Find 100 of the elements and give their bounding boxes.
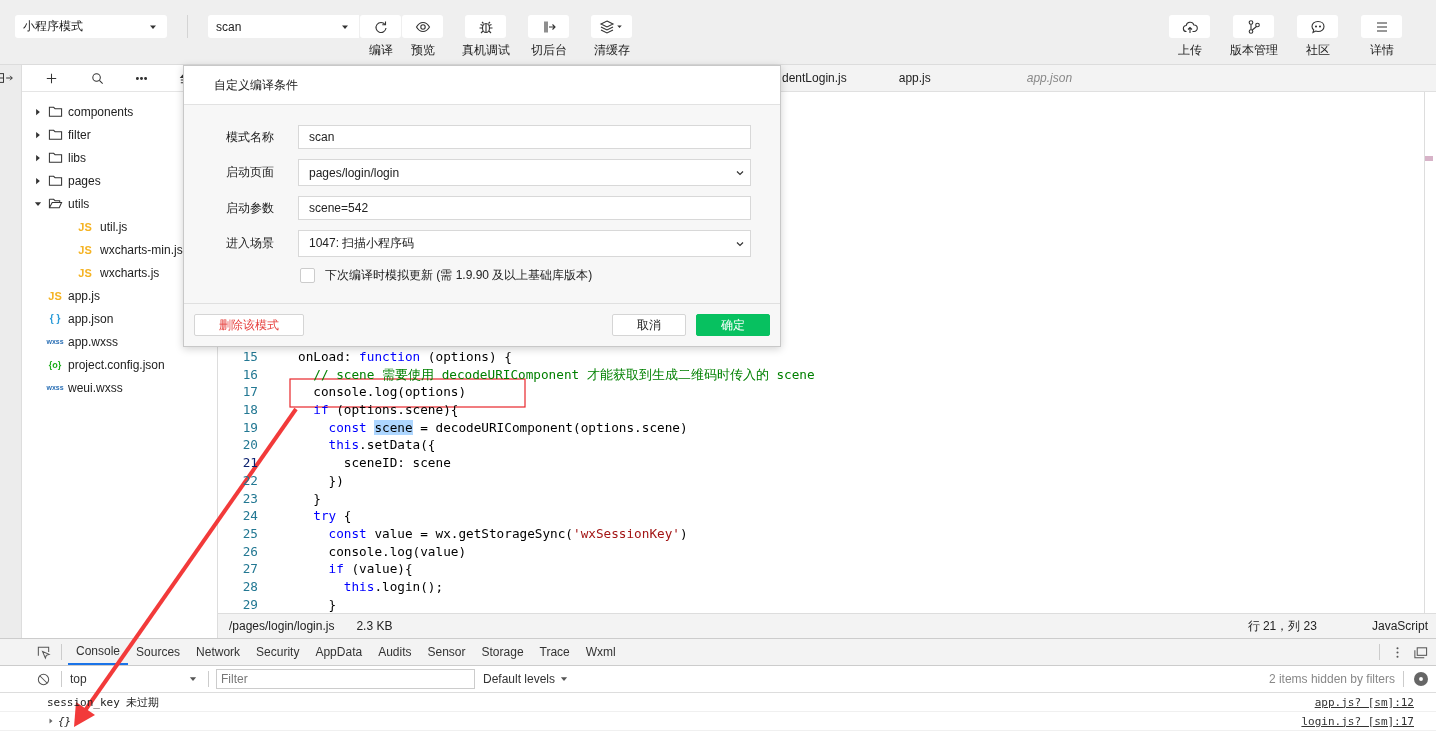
toolbar-button[interactable] bbox=[591, 15, 632, 38]
folder-icon bbox=[48, 104, 63, 119]
devtools-tab[interactable]: Trace bbox=[531, 639, 578, 665]
toolbar-label: 详情 bbox=[1369, 42, 1394, 59]
layers-icon bbox=[599, 18, 615, 35]
code-line: console.log(value) bbox=[327, 542, 467, 561]
code-line: }) bbox=[327, 471, 344, 490]
select-field[interactable]: 1047: 扫描小程序码 bbox=[298, 230, 751, 257]
line-number: 26 bbox=[241, 542, 258, 561]
devtools-tab[interactable]: Audits bbox=[370, 639, 420, 665]
devtools-tab[interactable]: Sources bbox=[128, 639, 189, 665]
levels-dropdown[interactable]: Default levels bbox=[483, 672, 570, 686]
context-select[interactable]: top bbox=[68, 672, 202, 686]
inspect-icon bbox=[36, 644, 51, 660]
file-tree-item[interactable]: utils bbox=[22, 192, 217, 215]
file-path: /pages/login/login.js bbox=[229, 619, 335, 634]
toolbar-label: 社区 bbox=[1305, 42, 1330, 59]
chat-bubble-icon bbox=[1309, 18, 1326, 35]
toolbar-label: 编译 bbox=[368, 42, 393, 59]
field-label: 进入场景 bbox=[226, 235, 275, 252]
dialog-button[interactable]: 删除该模式 bbox=[194, 314, 304, 336]
toolbar-button[interactable] bbox=[1297, 15, 1338, 38]
file-type-icon: JS bbox=[75, 266, 95, 279]
line-number: 20 bbox=[241, 436, 258, 455]
file-type-icon: JS bbox=[75, 243, 95, 256]
code-line: sceneID: scene bbox=[342, 454, 451, 472]
toolbar-label: 真机调试 bbox=[461, 42, 510, 59]
compile-select[interactable]: scan bbox=[208, 15, 359, 38]
code-line: try { bbox=[312, 507, 352, 525]
file-tree-item[interactable]: filter bbox=[22, 123, 217, 146]
file-tree-item[interactable]: pages bbox=[22, 169, 217, 192]
code-line: console.log(options) bbox=[312, 383, 467, 402]
toolbar-label: 上传 bbox=[1177, 42, 1202, 59]
toolbar-button[interactable] bbox=[1169, 15, 1210, 38]
mode-select[interactable]: 小程序模式 bbox=[15, 15, 167, 38]
code-line: if (value){ bbox=[327, 560, 413, 578]
line-number: 23 bbox=[241, 489, 258, 508]
toolbar-label: 清缓存 bbox=[593, 42, 630, 59]
file-tree-item[interactable]: {o} project.config.json bbox=[22, 353, 217, 376]
toolbar-button[interactable] bbox=[402, 15, 443, 38]
clear-console-icon bbox=[36, 671, 51, 687]
devtools-tab[interactable]: Network bbox=[188, 639, 249, 665]
code-line: this.login(); bbox=[342, 577, 444, 596]
code-line: } bbox=[312, 489, 321, 508]
line-number: 29 bbox=[241, 595, 258, 614]
input-field[interactable]: scene=542 bbox=[298, 196, 751, 220]
cursor-position: 行 21，列 23 bbox=[1247, 617, 1317, 635]
line-number: 18 bbox=[241, 401, 258, 419]
search-icon bbox=[89, 70, 105, 86]
file-type-icon: { } bbox=[45, 313, 65, 324]
code-line: } bbox=[327, 595, 337, 614]
toolbar-label: 版本管理 bbox=[1229, 42, 1278, 59]
code-line: onLoad: function (options) { bbox=[298, 348, 512, 366]
devtools-tab[interactable]: Console bbox=[68, 639, 129, 665]
code-line: const value = wx.getStorageSync('wxSessionKey') bbox=[327, 524, 688, 543]
line-number: 17 bbox=[241, 383, 258, 402]
line-number: 19 bbox=[241, 418, 258, 437]
code-line: // scene 需要使用 decodeURIComponent 才能获取到生成二维码时传入的 scene bbox=[312, 365, 815, 384]
open-folder-icon bbox=[48, 196, 63, 211]
filter-field[interactable]: Filter bbox=[216, 669, 475, 689]
toolbar-label: 切后台 bbox=[530, 42, 567, 59]
file-type-icon: {o} bbox=[45, 359, 65, 370]
toolbar-button[interactable] bbox=[465, 15, 506, 38]
file-tree-item[interactable]: libs bbox=[22, 146, 217, 169]
devtools-tab[interactable]: Security bbox=[248, 639, 308, 665]
toolbar-button[interactable] bbox=[1233, 15, 1274, 38]
code-line: if (options.scene){ bbox=[312, 401, 459, 419]
file-type-icon: JS bbox=[45, 289, 65, 302]
more-icon bbox=[136, 76, 148, 80]
devtools-tab[interactable]: Wxml bbox=[577, 639, 624, 665]
dialog-button[interactable]: 取消 bbox=[612, 314, 686, 336]
folder-icon bbox=[48, 173, 63, 188]
source-link[interactable]: app.js? [sm]:12 bbox=[1314, 695, 1414, 709]
input-field[interactable]: scan bbox=[298, 125, 751, 149]
file-size: 2.3 KB bbox=[356, 619, 393, 634]
source-link[interactable]: login.js? [sm]:17 bbox=[1301, 714, 1414, 728]
select-field[interactable]: pages/login/login bbox=[298, 159, 751, 186]
line-number: 15 bbox=[241, 348, 258, 366]
field-label: 启动页面 bbox=[226, 164, 275, 181]
console-object[interactable]: {} bbox=[58, 714, 72, 728]
devtools-tab[interactable]: Sensor bbox=[419, 639, 474, 665]
dialog-title: 自定义编译条件 bbox=[184, 66, 780, 105]
field-label: 启动参数 bbox=[226, 199, 275, 217]
devtools-tab[interactable]: AppData bbox=[307, 639, 371, 665]
toolbar-label: 预览 bbox=[410, 42, 435, 59]
line-number: 16 bbox=[241, 365, 258, 384]
language-mode[interactable]: JavaScript bbox=[1371, 619, 1428, 634]
expand-panel-icon bbox=[0, 70, 14, 86]
line-number: 21 bbox=[241, 454, 258, 472]
file-type-icon: JS bbox=[75, 220, 95, 233]
line-number: 25 bbox=[241, 524, 258, 543]
line-number: 24 bbox=[241, 507, 258, 525]
checkbox[interactable] bbox=[300, 268, 315, 283]
hidden-items-note: 2 items hidden by filters bbox=[1268, 672, 1395, 686]
undock-icon bbox=[1413, 644, 1428, 660]
editor-tab[interactable]: app.js bbox=[872, 65, 957, 91]
checkbox-label: 下次编译时模拟更新 (需 1.9.90 及以上基础库版本) bbox=[325, 267, 593, 284]
toolbar-button[interactable] bbox=[360, 15, 401, 38]
code-line: const scene = decodeURIComponent(options.scene) bbox=[327, 418, 688, 437]
devtools-tab[interactable]: Storage bbox=[473, 639, 532, 665]
